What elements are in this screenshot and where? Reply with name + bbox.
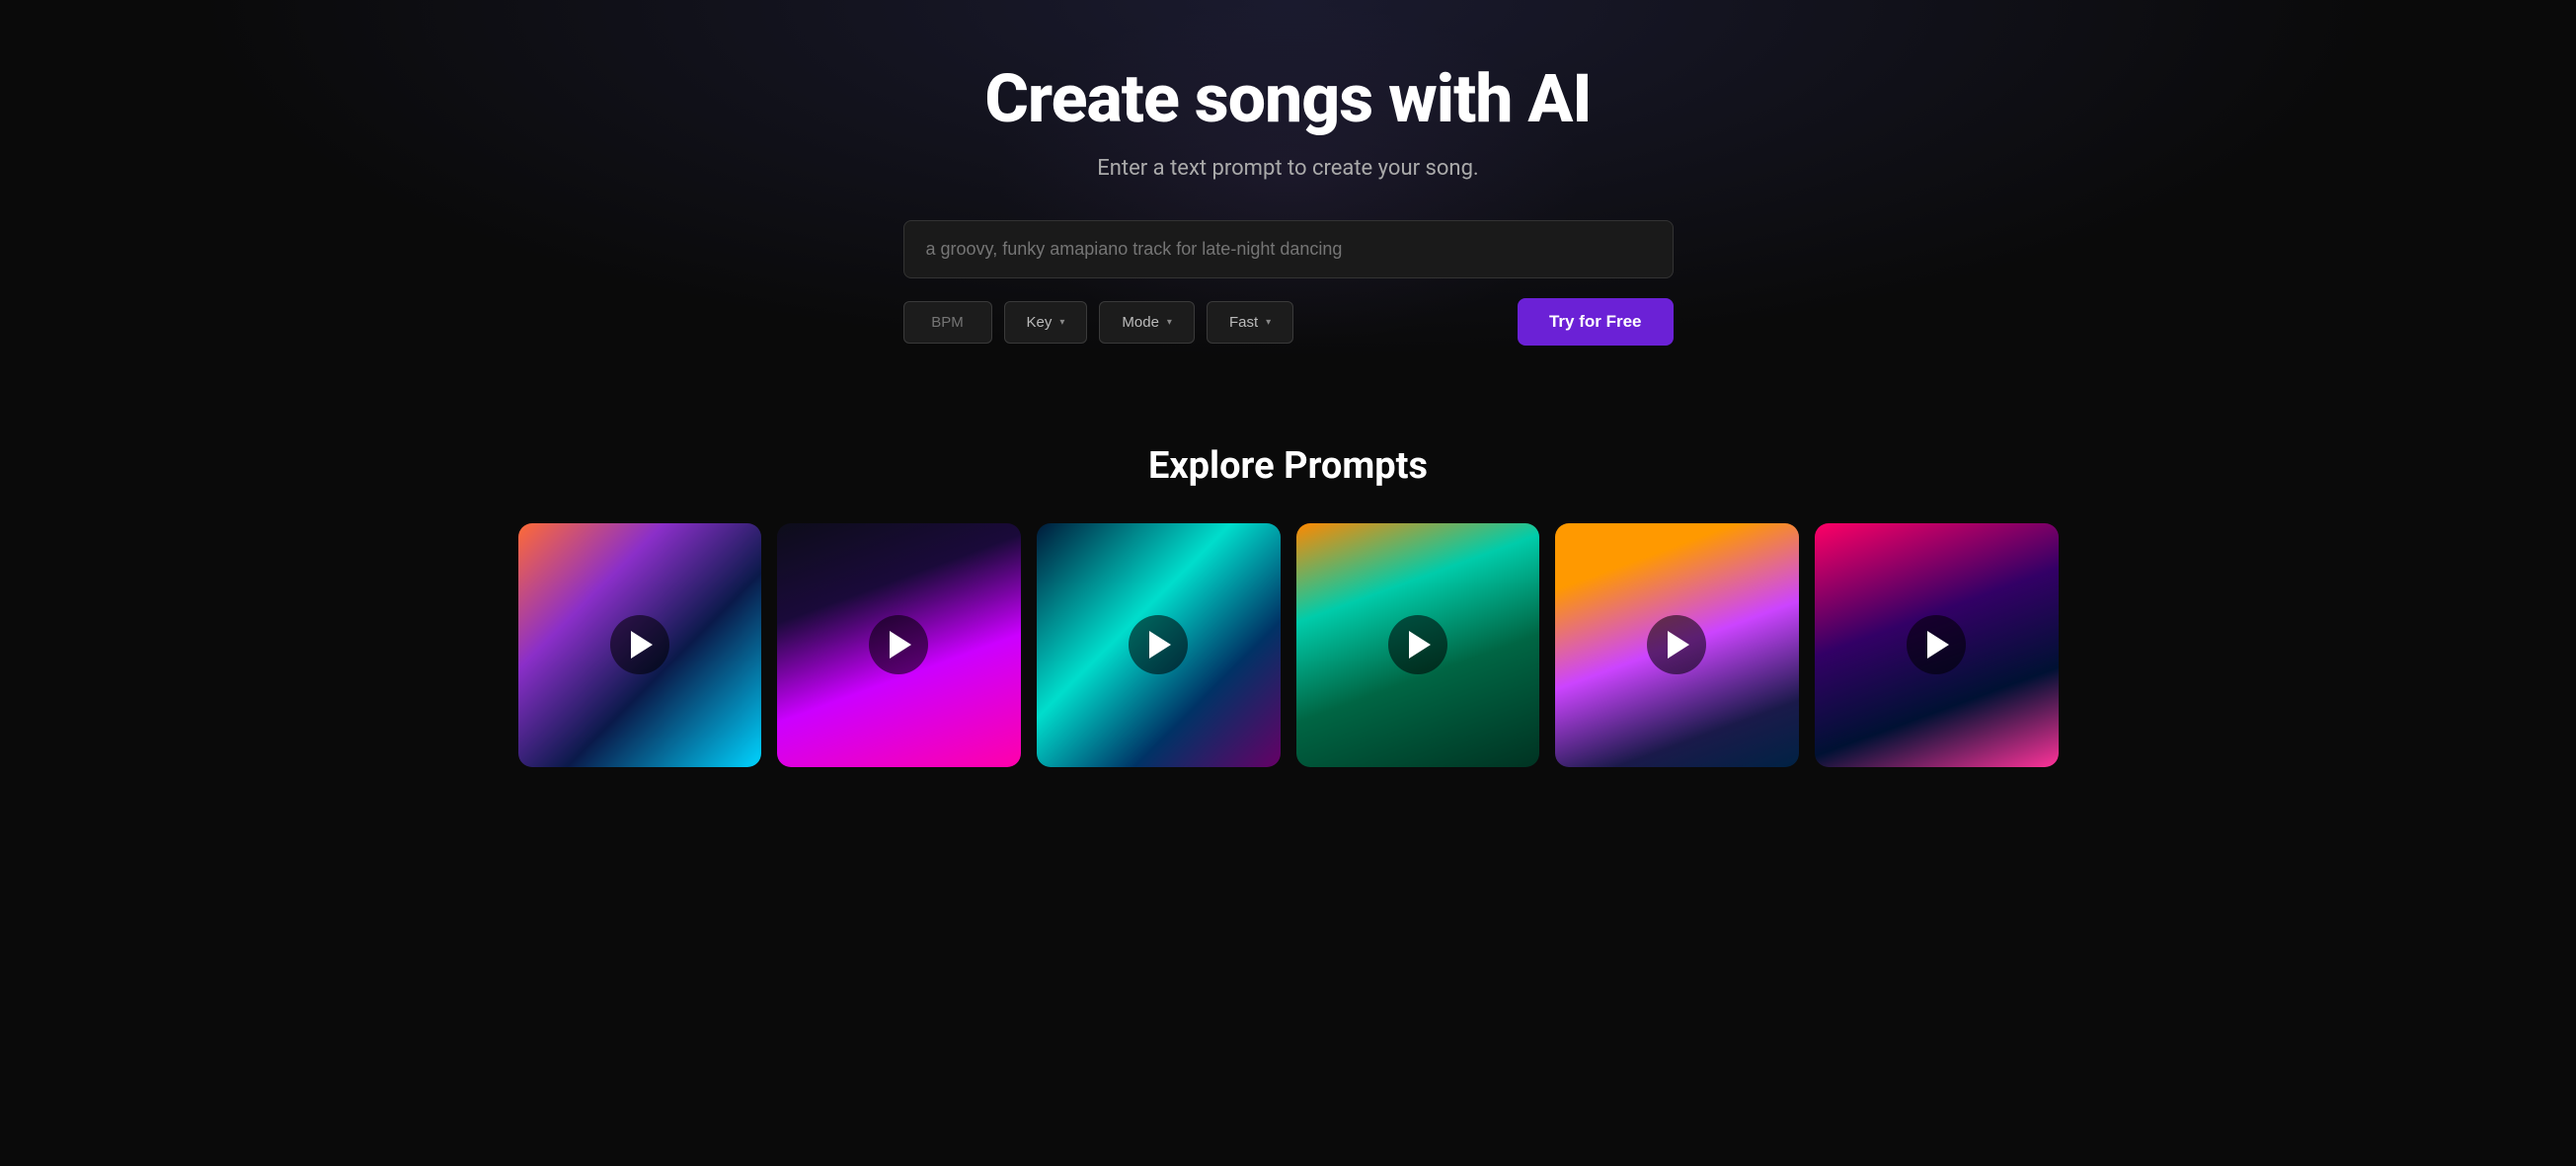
play-button-1[interactable] bbox=[610, 615, 669, 674]
play-overlay-1 bbox=[518, 523, 762, 767]
explore-section: Explore Prompts bbox=[0, 425, 2576, 807]
play-overlay-6 bbox=[1815, 523, 2059, 767]
mode-label: Mode bbox=[1122, 314, 1159, 331]
bpm-input[interactable] bbox=[903, 301, 992, 344]
speed-dropdown[interactable]: Fast ▾ bbox=[1207, 301, 1293, 344]
prompt-input-container bbox=[903, 220, 1674, 278]
play-icon-3 bbox=[1149, 631, 1171, 659]
play-icon-5 bbox=[1668, 631, 1689, 659]
play-icon-2 bbox=[890, 631, 911, 659]
play-overlay-3 bbox=[1037, 523, 1281, 767]
prompts-grid bbox=[518, 523, 2059, 767]
play-button-5[interactable] bbox=[1647, 615, 1706, 674]
page-title: Create songs with AI bbox=[984, 59, 1591, 138]
play-button-2[interactable] bbox=[869, 615, 928, 674]
prompt-card-5[interactable] bbox=[1555, 523, 1799, 767]
play-overlay-5 bbox=[1555, 523, 1799, 767]
speed-chevron-icon: ▾ bbox=[1266, 317, 1271, 328]
explore-title: Explore Prompts bbox=[39, 444, 2537, 488]
key-label: Key bbox=[1027, 314, 1053, 331]
prompt-card-2[interactable] bbox=[777, 523, 1021, 767]
play-button-4[interactable] bbox=[1388, 615, 1447, 674]
prompt-input[interactable] bbox=[903, 220, 1674, 278]
play-overlay-4 bbox=[1296, 523, 1540, 767]
key-dropdown[interactable]: Key ▾ bbox=[1004, 301, 1088, 344]
prompt-card-6[interactable] bbox=[1815, 523, 2059, 767]
prompt-card-3[interactable] bbox=[1037, 523, 1281, 767]
hero-subtitle: Enter a text prompt to create your song. bbox=[1097, 156, 1478, 181]
prompt-card-1[interactable] bbox=[518, 523, 762, 767]
try-for-free-button[interactable]: Try for Free bbox=[1518, 298, 1674, 346]
prompt-card-4[interactable] bbox=[1296, 523, 1540, 767]
mode-dropdown[interactable]: Mode ▾ bbox=[1099, 301, 1195, 344]
mode-chevron-icon: ▾ bbox=[1167, 317, 1172, 328]
hero-section: Create songs with AI Enter a text prompt… bbox=[0, 0, 2576, 425]
play-icon-6 bbox=[1927, 631, 1949, 659]
speed-label: Fast bbox=[1229, 314, 1258, 331]
play-overlay-2 bbox=[777, 523, 1021, 767]
play-button-3[interactable] bbox=[1129, 615, 1188, 674]
controls-row: Key ▾ Mode ▾ Fast ▾ Try for Free bbox=[903, 298, 1674, 346]
play-icon-4 bbox=[1409, 631, 1431, 659]
play-icon-1 bbox=[631, 631, 653, 659]
play-button-6[interactable] bbox=[1907, 615, 1966, 674]
key-chevron-icon: ▾ bbox=[1059, 317, 1064, 328]
